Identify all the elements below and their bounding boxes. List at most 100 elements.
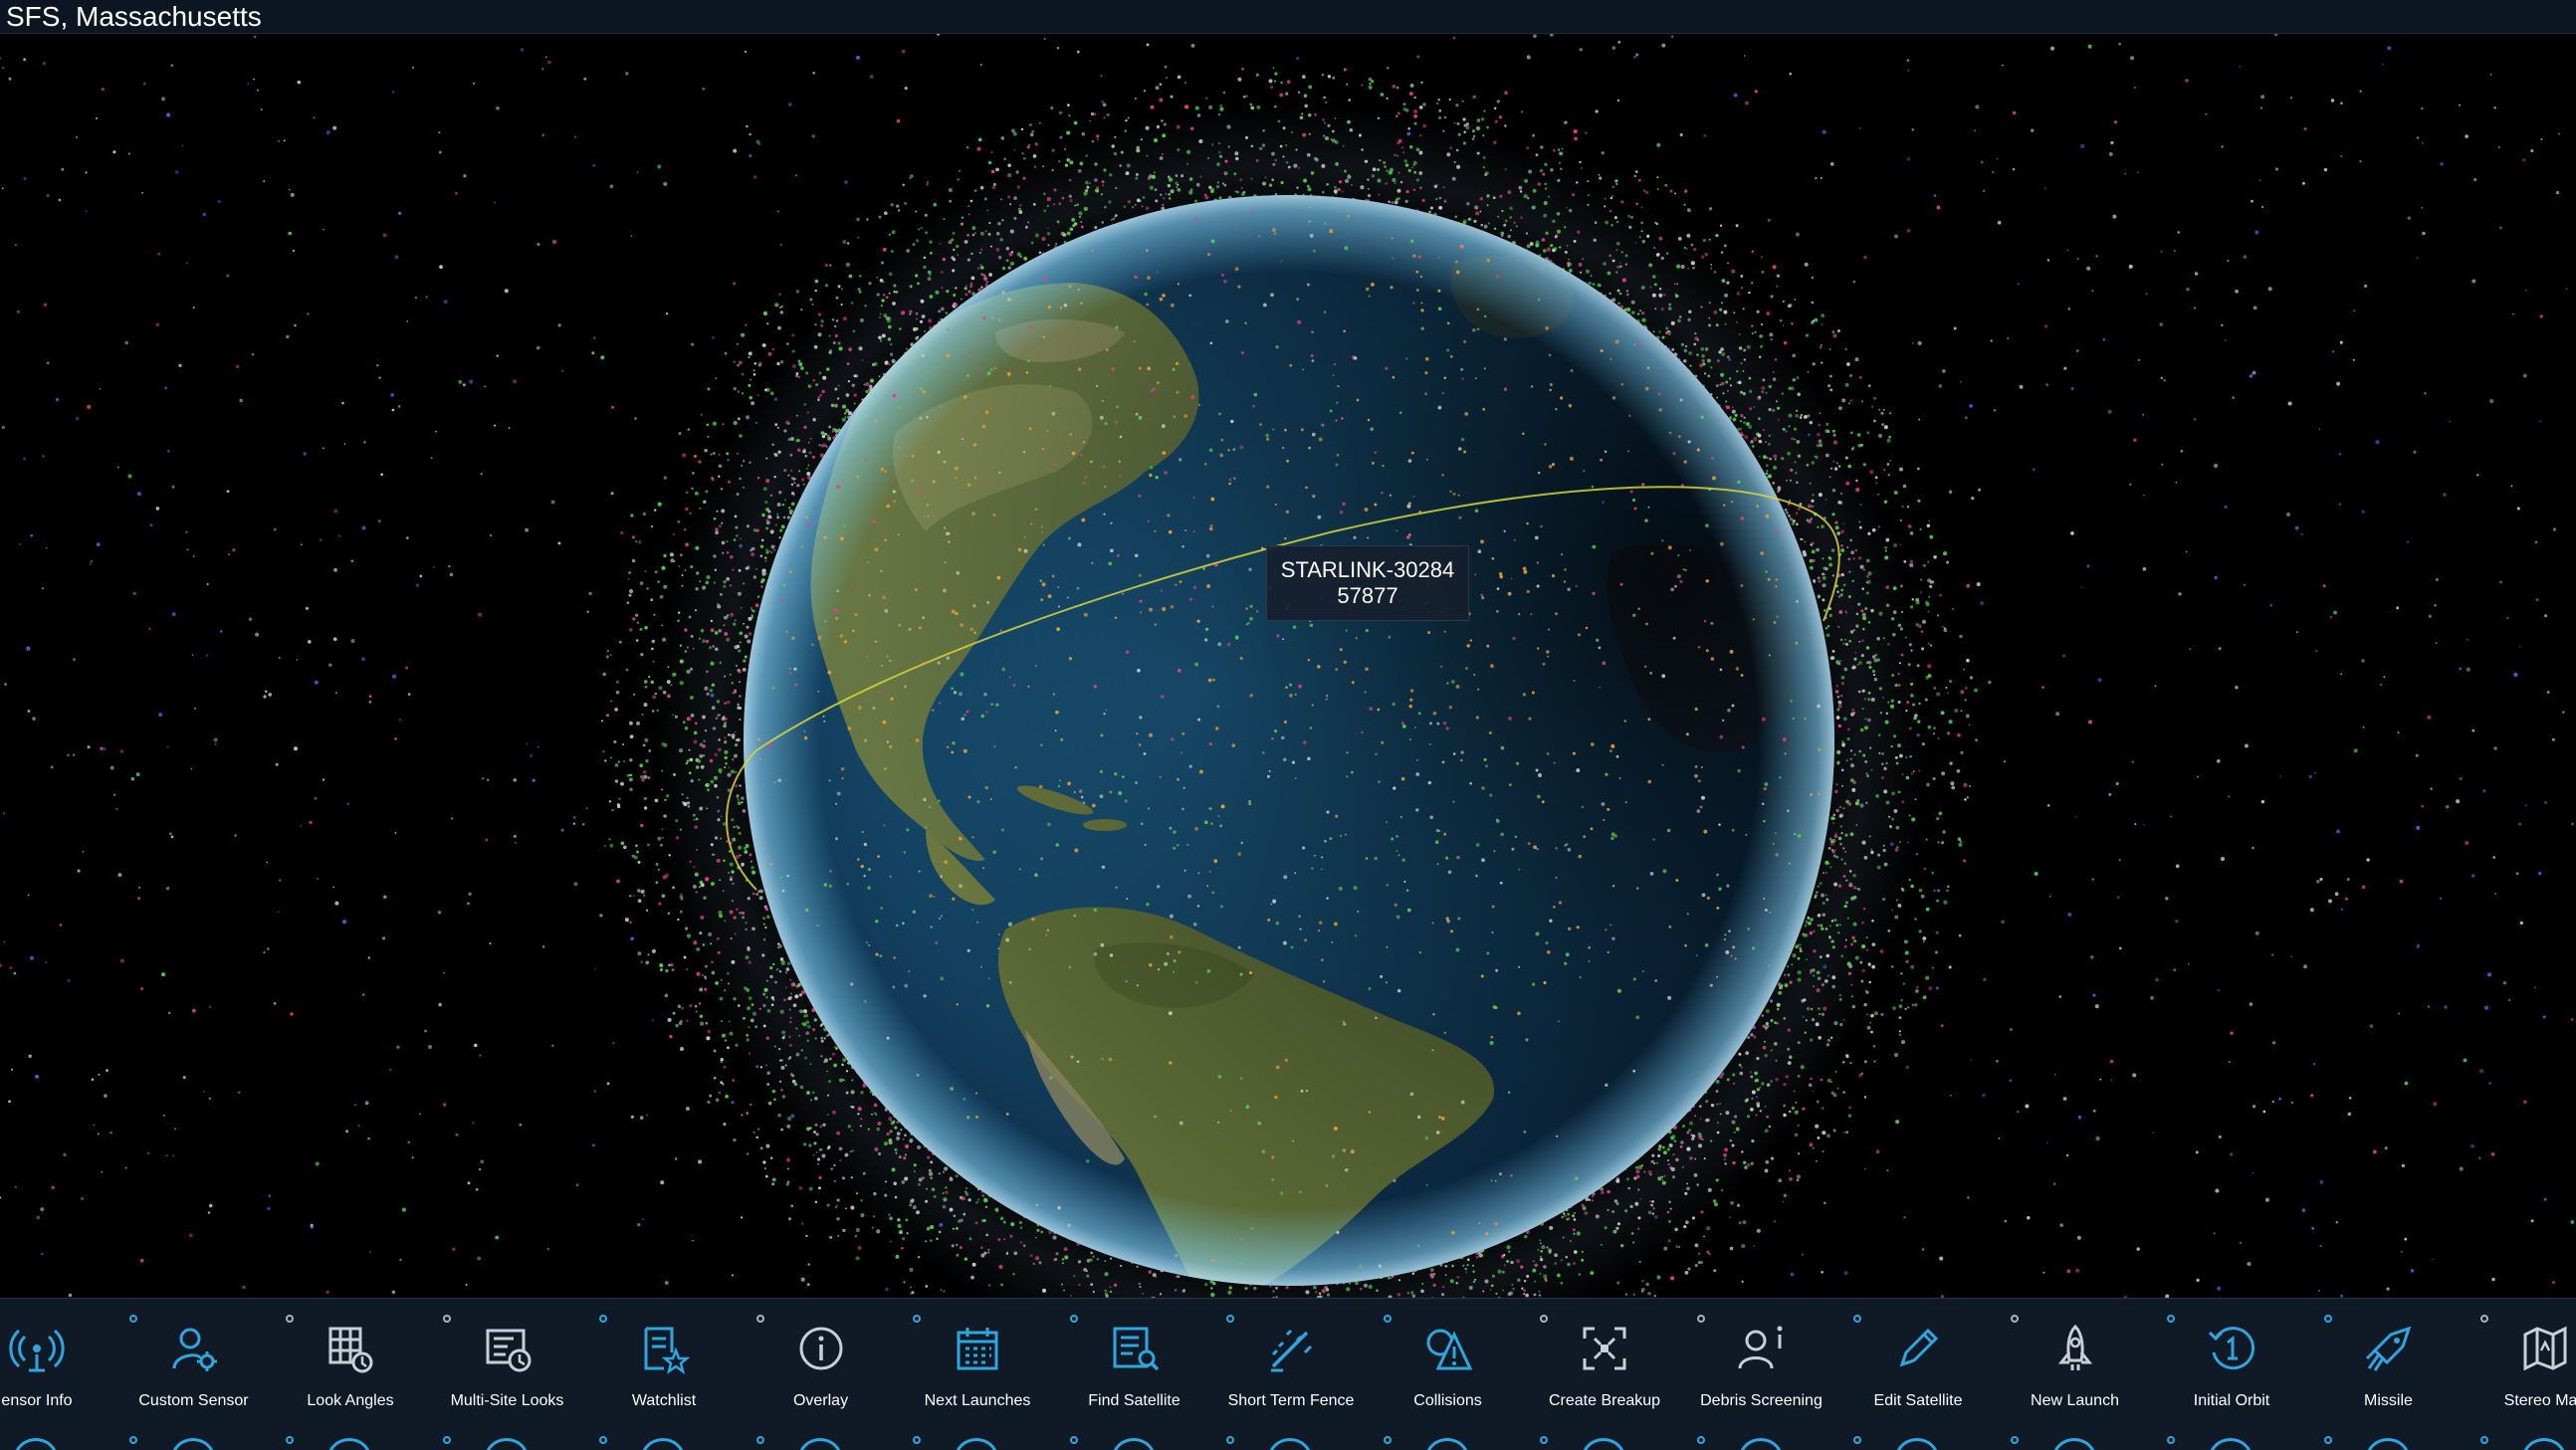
tool-status-indicator: [2324, 1436, 2332, 1444]
tool-initial-orbit[interactable]: Initial Orbit: [2153, 1299, 2310, 1428]
tool-label: Stereo Map: [2447, 1392, 2576, 1410]
multi-site-looks-icon: [484, 1325, 532, 1372]
tool-row2-partial[interactable]: [899, 1432, 1056, 1450]
tool-debris-screening[interactable]: Debris Screening: [1683, 1299, 1840, 1428]
partial-icon: [171, 1438, 215, 1450]
tool-status-indicator: [1697, 1315, 1705, 1323]
pencil-icon: [1894, 1325, 1942, 1372]
tool-row2-partial[interactable]: [1683, 1432, 1840, 1450]
tool-row2-partial[interactable]: [2153, 1432, 2310, 1450]
tool-row2-partial[interactable]: [585, 1432, 743, 1450]
tool-status-indicator: [913, 1436, 921, 1444]
calendar-icon: [954, 1325, 1001, 1372]
partial-icon: [641, 1438, 685, 1450]
tool-status-indicator: [599, 1315, 607, 1323]
partial-icon: [798, 1438, 842, 1450]
tool-overlay[interactable]: Overlay: [743, 1299, 900, 1428]
tool-status-indicator: [1853, 1436, 1861, 1444]
partial-icon: [2209, 1438, 2253, 1450]
globe-viewport[interactable]: STARLINK-30284 57877 ▼: [0, 34, 2576, 1298]
partial-icon: [955, 1438, 998, 1450]
tool-status-indicator: [913, 1315, 921, 1323]
top-bar: SFS, Massachusetts: [0, 0, 2576, 34]
tool-status-indicator: [756, 1436, 764, 1444]
partial-icon: [1425, 1438, 1469, 1450]
satellite-name: STARLINK-30284: [1267, 557, 1468, 583]
tool-row2-partial[interactable]: [2310, 1432, 2468, 1450]
partial-icon: [485, 1438, 529, 1450]
tool-status-indicator: [2480, 1436, 2488, 1444]
partial-icon: [1268, 1438, 1312, 1450]
tool-status-indicator: [2011, 1315, 2019, 1323]
collision-icon: [1424, 1325, 1472, 1372]
tool-create-breakup[interactable]: Create Breakup: [1526, 1299, 1683, 1428]
look-angles-icon: [326, 1325, 374, 1372]
tool-custom-sensor[interactable]: Custom Sensor: [115, 1299, 273, 1428]
partial-icon: [2052, 1438, 2096, 1450]
missile-icon: [2365, 1325, 2413, 1372]
tool-status-indicator: [129, 1436, 137, 1444]
tool-status-indicator: [2480, 1315, 2488, 1323]
tool-row2-partial[interactable]: [0, 1432, 115, 1450]
tool-missile[interactable]: Missile: [2310, 1299, 2468, 1428]
watchlist-icon: [640, 1325, 688, 1372]
tool-status-indicator: [443, 1315, 451, 1323]
radar-icon: [13, 1325, 61, 1372]
tool-status-indicator: [1070, 1436, 1078, 1444]
bottom-toolbar: ensor InfoCustom SensorLook AnglesMulti-…: [0, 1298, 2576, 1450]
tool-status-indicator: [1540, 1436, 1548, 1444]
tool-collisions[interactable]: Collisions: [1370, 1299, 1527, 1428]
sensor-location-title: SFS, Massachusetts: [6, 1, 262, 32]
tool-watchlist[interactable]: Watchlist: [585, 1299, 743, 1428]
custom-sensor-icon: [170, 1325, 218, 1372]
tool-status-indicator: [1697, 1436, 1705, 1444]
partial-icon: [1895, 1438, 1939, 1450]
tool-row2-partial[interactable]: [2467, 1432, 2576, 1450]
tool-status-indicator: [2167, 1436, 2175, 1444]
tool-status-indicator: [1384, 1315, 1392, 1323]
partial-icon: [2522, 1438, 2566, 1450]
tool-row2-partial[interactable]: [115, 1432, 273, 1450]
satellite-tooltip: STARLINK-30284 57877: [1266, 545, 1469, 621]
tool-row2-partial[interactable]: [1212, 1432, 1370, 1450]
tool-status-indicator: [286, 1436, 294, 1444]
partial-icon: [1739, 1438, 1783, 1450]
tool-status-indicator: [1853, 1315, 1861, 1323]
tool-multi-site-looks[interactable]: Multi-Site Looks: [429, 1299, 586, 1428]
tool-row2-partial[interactable]: [1997, 1432, 2154, 1450]
tool-find-satellite[interactable]: Find Satellite: [1056, 1299, 1213, 1428]
partial-icon: [2366, 1438, 2410, 1450]
tool-look-angles[interactable]: Look Angles: [272, 1299, 429, 1428]
initial-orbit-icon: [2208, 1325, 2255, 1372]
tool-row2-partial[interactable]: [429, 1432, 586, 1450]
tool-status-indicator: [129, 1315, 137, 1323]
earth-scene[interactable]: [0, 34, 2576, 1298]
tool-status-indicator: [2167, 1315, 2175, 1323]
tool-row2-partial[interactable]: [1839, 1432, 1997, 1450]
map-icon: [2521, 1325, 2569, 1372]
tool-status-indicator: [1226, 1315, 1234, 1323]
tool-status-indicator: [2011, 1436, 2019, 1444]
tool-status-indicator: [1540, 1315, 1548, 1323]
tool-row2-partial[interactable]: [1056, 1432, 1213, 1450]
breakup-icon: [1581, 1325, 1628, 1372]
tool-stereo-map[interactable]: Stereo Map: [2467, 1299, 2576, 1428]
tool-status-indicator: [443, 1436, 451, 1444]
tool-row2-partial[interactable]: [743, 1432, 900, 1450]
partial-icon: [14, 1438, 58, 1450]
tool-edit-satellite[interactable]: Edit Satellite: [1839, 1299, 1997, 1428]
tool-short-term-fence[interactable]: Short Term Fence: [1212, 1299, 1370, 1428]
info-icon: [797, 1325, 845, 1372]
earth-globe[interactable]: [744, 195, 1834, 1286]
tool-row2-partial[interactable]: [272, 1432, 429, 1450]
tool-new-launch[interactable]: New Launch: [1997, 1299, 2154, 1428]
tool-status-indicator: [1226, 1436, 1234, 1444]
partial-icon: [327, 1438, 371, 1450]
tool-next-launches[interactable]: Next Launches: [899, 1299, 1056, 1428]
find-satellite-icon: [1111, 1325, 1159, 1372]
partial-icon: [1112, 1438, 1156, 1450]
tool-status-indicator: [1070, 1315, 1078, 1323]
tool-row2-partial[interactable]: [1526, 1432, 1683, 1450]
tool-status-indicator: [756, 1315, 764, 1323]
tool-row2-partial[interactable]: [1370, 1432, 1527, 1450]
